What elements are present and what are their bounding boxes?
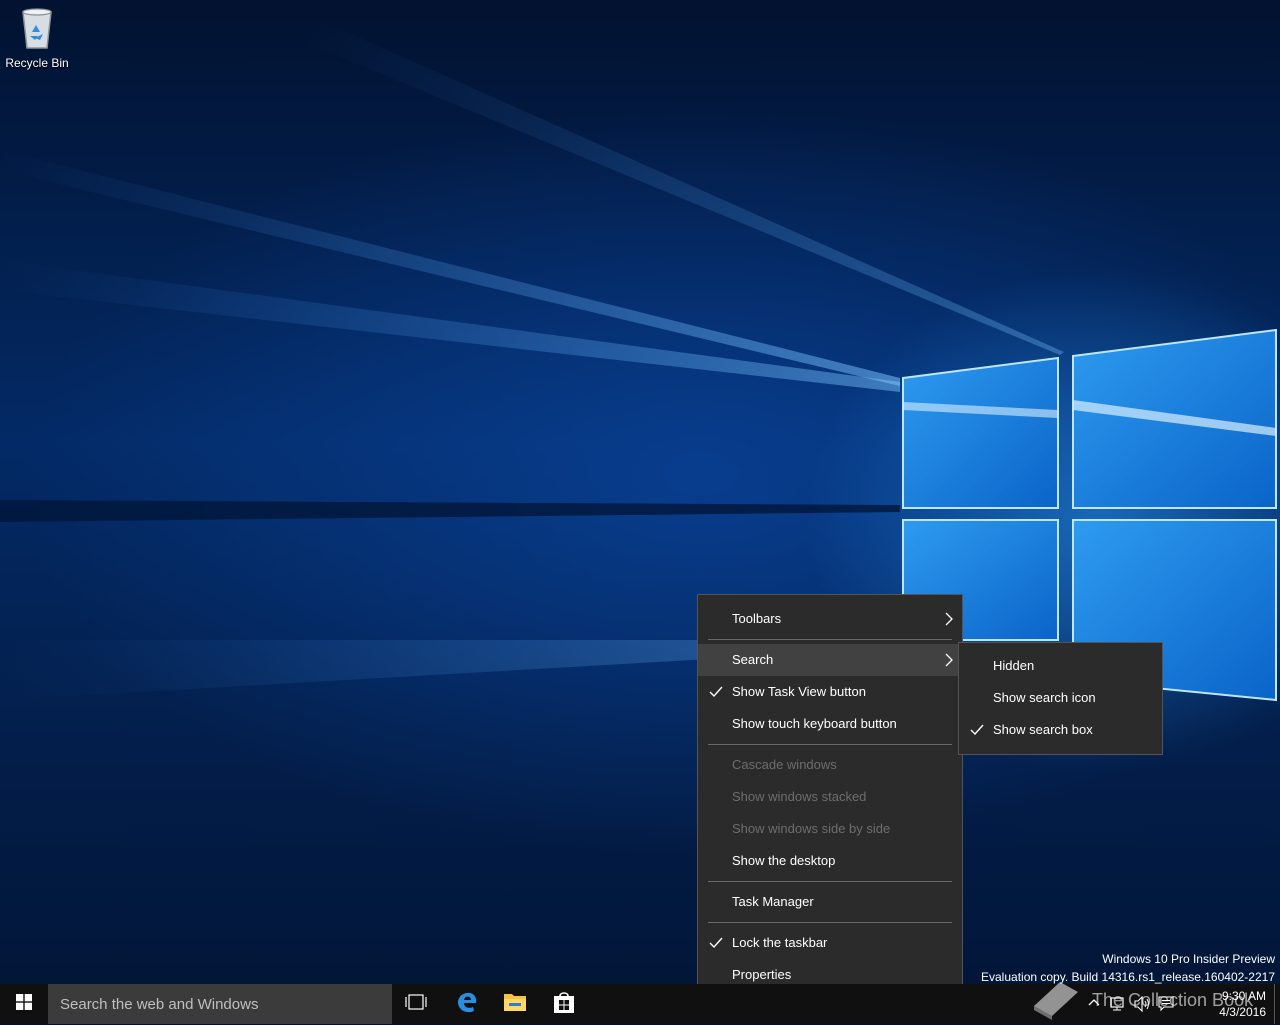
menu-item-label: Lock the taskbar: [732, 935, 828, 950]
search-input[interactable]: [48, 984, 392, 1024]
menu-item-label: Show search box: [993, 722, 1093, 737]
menu-item-toolbars[interactable]: Toolbars: [698, 603, 962, 635]
menu-item-search[interactable]: Search: [698, 644, 962, 676]
checkmark-icon: [709, 927, 723, 959]
brand-text: The Collection Book: [1092, 989, 1254, 1010]
taskbar-app-edge[interactable]: [443, 984, 491, 1024]
menu-item-label: Show windows side by side: [732, 821, 891, 836]
menu-item-label: Show windows stacked: [732, 789, 867, 804]
menu-item-label: Toolbars: [732, 611, 782, 626]
menu-item-show-windows-side-by-side: Show windows side by side: [698, 813, 962, 845]
menu-separator: [708, 922, 952, 923]
edge-icon: [455, 990, 479, 1019]
chevron-right-icon: [944, 644, 954, 676]
taskbar-app-store[interactable]: [540, 984, 588, 1024]
menu-item-label: Properties: [732, 967, 792, 982]
taskbar-app-file-explorer[interactable]: [491, 984, 539, 1024]
menu-item-cascade-windows: Cascade windows: [698, 749, 962, 781]
task-view-button[interactable]: [392, 984, 440, 1024]
checkmark-icon: [970, 714, 984, 746]
store-icon: [553, 990, 575, 1019]
recycle-bin-icon: [17, 6, 57, 50]
chevron-right-icon: [944, 603, 954, 635]
menu-item-label: Hidden: [993, 658, 1035, 673]
menu-item-label: Search: [732, 652, 774, 667]
menu-item-show-the-desktop[interactable]: Show the desktop: [698, 845, 962, 877]
menu-item-label: Show Task View button: [732, 684, 866, 699]
desktop-icon-label: Recycle Bin: [5, 56, 69, 70]
desktop-icon-recycle-bin[interactable]: Recycle Bin: [4, 6, 70, 70]
submenu-item-hidden[interactable]: Hidden: [959, 650, 1162, 682]
menu-item-show-task-view-button[interactable]: Show Task View button: [698, 676, 962, 708]
windows-logo-icon: [16, 993, 32, 1015]
checkmark-icon: [709, 676, 723, 708]
file-explorer-icon: [503, 991, 527, 1018]
taskbar-search-box[interactable]: [48, 984, 392, 1024]
menu-item-task-manager[interactable]: Task Manager: [698, 886, 962, 918]
menu-item-lock-the-taskbar[interactable]: Lock the taskbar: [698, 927, 962, 959]
menu-item-label: Task Manager: [732, 894, 814, 909]
menu-item-label: Cascade windows: [732, 757, 837, 772]
menu-item-show-touch-keyboard-button[interactable]: Show touch keyboard button: [698, 708, 962, 740]
menu-item-label: Show touch keyboard button: [732, 716, 897, 731]
desktop-wallpaper: [0, 0, 1280, 984]
brand-overlay: The Collection Book: [1030, 976, 1253, 1024]
submenu-item-show-search-icon[interactable]: Show search icon: [959, 682, 1162, 714]
search-submenu: Hidden Show search icon Show search box: [958, 642, 1163, 755]
menu-item-show-windows-stacked: Show windows stacked: [698, 781, 962, 813]
submenu-item-show-search-box[interactable]: Show search box: [959, 714, 1162, 746]
menu-item-label: Show the desktop: [732, 853, 836, 868]
start-button[interactable]: [0, 984, 48, 1024]
menu-separator: [708, 881, 952, 882]
menu-separator: [708, 744, 952, 745]
show-desktop-button[interactable]: [1274, 984, 1280, 1024]
menu-separator: [708, 639, 952, 640]
book-logo-icon: [1030, 976, 1082, 1025]
taskbar-context-menu: Toolbars Search Show Task View button Sh…: [697, 594, 963, 999]
task-view-icon: [405, 993, 427, 1015]
menu-item-label: Show search icon: [993, 690, 1096, 705]
watermark-edition: Windows 10 Pro Insider Preview: [1102, 952, 1275, 966]
